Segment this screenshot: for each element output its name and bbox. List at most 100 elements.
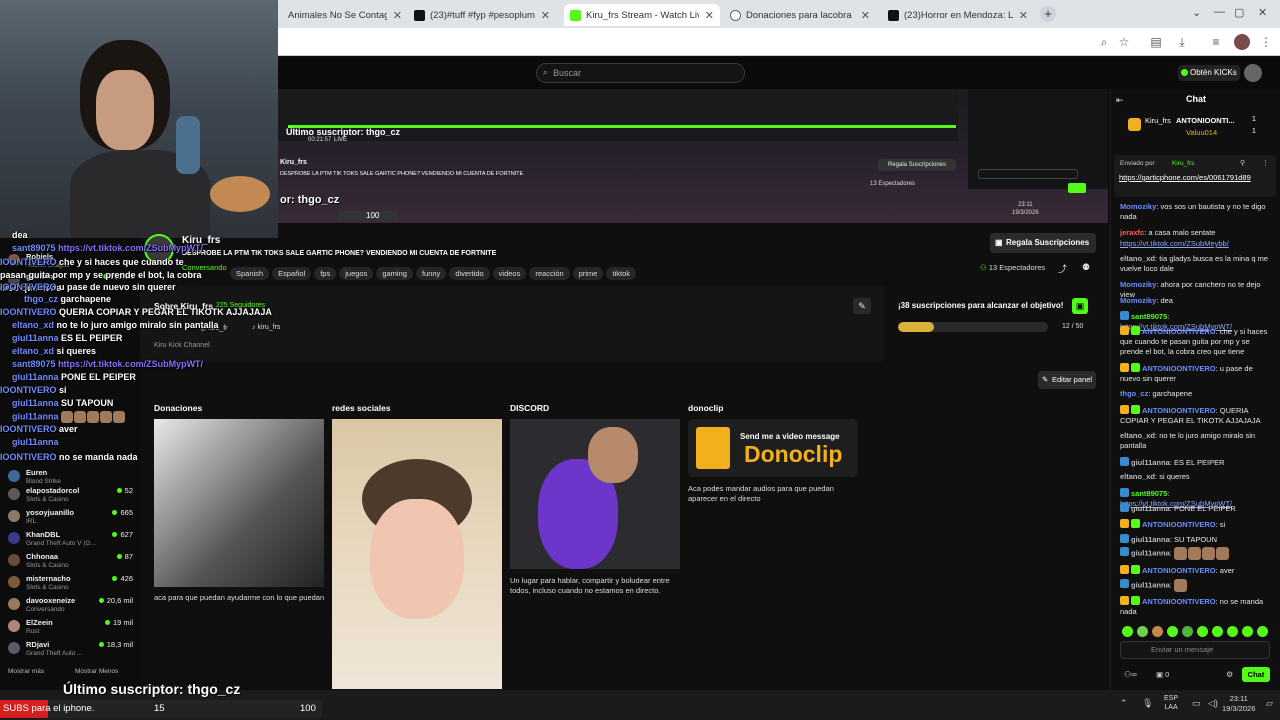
close-icon[interactable]: ✕ <box>1013 9 1028 22</box>
tab-1[interactable]: (23)#tuff #fyp #pesopluma #vi✕ <box>408 4 556 26</box>
chat-message[interactable]: ANTONIOONTIVERO: che y si haces que cuan… <box>1120 326 1270 357</box>
chat-message[interactable]: Momoziky: vos sos un bautista y no te di… <box>1120 202 1270 222</box>
emote-shortcut[interactable] <box>1227 626 1238 637</box>
chat-message[interactable]: ANTONIOONTIVERO: si <box>1120 519 1270 530</box>
chat-input[interactable]: Enviar un mensaje <box>1120 641 1270 659</box>
more-vertical-icon[interactable]: ⋮ <box>1258 34 1274 50</box>
stream-tag[interactable]: prime <box>572 267 604 280</box>
emote-shortcut[interactable] <box>1257 626 1268 637</box>
social-tiktok[interactable]: ♪ kiru_frs <box>252 324 280 331</box>
chat-username[interactable]: eltano_xd <box>1120 431 1155 440</box>
stream-tag[interactable]: fps <box>314 267 337 280</box>
chat-username[interactable]: ANTONIOONTIVERO <box>1142 520 1216 529</box>
left-channel-item[interactable]: elapostadorcol Slots & Casino 52 <box>8 486 133 508</box>
stream-tag[interactable]: divertido <box>449 267 490 280</box>
close-icon[interactable]: ✕ <box>535 9 550 22</box>
emote-shortcut[interactable] <box>1182 626 1193 637</box>
maximize-icon[interactable]: ▢ <box>1234 6 1244 19</box>
emote-shortcut[interactable] <box>1167 626 1178 637</box>
close-icon[interactable]: ✕ <box>387 9 402 22</box>
chat-username[interactable]: ANTONIOONTIVERO <box>1142 566 1216 575</box>
minimize-icon[interactable]: — <box>1214 6 1225 18</box>
emote-shortcut[interactable] <box>1137 626 1148 637</box>
search-input[interactable]: ⌕ Buscar <box>536 63 745 83</box>
chat-message[interactable]: giul11anna: <box>1120 579 1270 592</box>
chat-username[interactable]: giul11anna <box>1131 504 1170 513</box>
chat-username[interactable]: giul11anna <box>1131 548 1170 557</box>
chat-message[interactable]: ANTONIOONTIVERO: no se manda nada <box>1120 596 1270 617</box>
share-icon[interactable]: ⤴ <box>1058 262 1067 275</box>
microphone-icon[interactable]: 🎙 <box>1142 698 1153 709</box>
pinned-user[interactable]: Kiru_frs <box>1172 160 1194 167</box>
stream-tag[interactable]: gaming <box>376 267 413 280</box>
top-gifter-3[interactable]: Valuu014 <box>1186 128 1217 137</box>
video-player[interactable]: Último suscriptor: thgo_cz 00:21:57 LIVE… <box>278 89 1108 223</box>
more-vertical-icon[interactable]: ⋮ <box>1262 159 1269 167</box>
chat-text[interactable]: https://vt.tiktok.com/ZSubMeybb/ <box>1120 239 1229 248</box>
zoom-icon[interactable]: ⌕ <box>1096 34 1112 50</box>
top-gifter-2[interactable]: ANTONIOONTI... <box>1176 116 1235 125</box>
left-channel-item[interactable]: RDjavi Grand Theft Auto ... 18,3 mil <box>8 640 133 662</box>
stream-tag[interactable]: Spanish <box>230 267 270 280</box>
chat-username[interactable]: ANTONIOONTIVERO <box>1142 364 1216 373</box>
stream-tag[interactable]: funny <box>415 267 447 280</box>
chat-username[interactable]: jeraxfc <box>1120 228 1144 237</box>
collapse-chat-icon[interactable]: ⇤ <box>1116 95 1124 106</box>
emote-shortcut[interactable] <box>1197 626 1208 637</box>
show-more-link[interactable]: Mostrar más <box>8 668 44 675</box>
panel-image-donoclip[interactable]: Send me a video message Donoclip <box>688 419 858 477</box>
chat-username[interactable]: giul11anna <box>1131 535 1170 544</box>
chat-username[interactable]: Momoziky <box>1120 280 1156 289</box>
chat-username[interactable]: ANTONIOONTIVERO <box>1142 327 1216 336</box>
pinned-link[interactable]: https://garticphone.com/es/0061791d89 <box>1119 173 1269 182</box>
notification-icon[interactable]: ▱ <box>1266 698 1273 709</box>
infinity-icon[interactable]: ⚇∞ <box>1124 670 1137 679</box>
chat-message[interactable]: ANTONIOONTIVERO: u pase de nuevo sin que… <box>1120 363 1270 384</box>
stream-tag[interactable]: tiktok <box>606 267 636 280</box>
emote-shortcut[interactable] <box>1212 626 1223 637</box>
menu-lines-icon[interactable]: ≡ <box>1208 34 1224 50</box>
tab-3[interactable]: Donaciones para lacobra | Cen✕ <box>724 4 876 26</box>
chat-message[interactable]: ANTONIOONTIVERO: aver <box>1120 565 1270 576</box>
stream-tag[interactable]: reacción <box>529 267 570 280</box>
show-less-link[interactable]: Mostrar Menos <box>75 668 118 675</box>
close-window-icon[interactable]: ✕ <box>1258 6 1267 19</box>
tab-0[interactable]: Animales No Se Contagian✕ <box>282 4 408 26</box>
close-icon[interactable]: ✕ <box>699 9 714 22</box>
left-channel-item[interactable]: ElZeein Rust 19 mil <box>8 618 133 640</box>
volume-icon[interactable]: ◁) <box>1208 698 1218 709</box>
chevron-down-icon[interactable]: ⌄ <box>1192 6 1201 19</box>
edit-panel-button[interactable]: ✎ Editar panel <box>1038 371 1096 389</box>
follow-user-icon[interactable]: ⚉ <box>1082 262 1090 273</box>
chat-username[interactable]: thgo_cz <box>1120 389 1148 398</box>
chat-message[interactable]: ANTONIOONTIVERO: QUERIA COPIAR Y PEGAR E… <box>1120 405 1270 426</box>
chat-message[interactable]: Momoziky: dea <box>1120 296 1270 306</box>
chat-username[interactable]: eltano_xd <box>1120 472 1155 481</box>
chat-username[interactable]: Momoziky <box>1120 202 1156 211</box>
chat-username[interactable]: eltano_xd <box>1120 254 1155 263</box>
emote-shortcut[interactable] <box>1242 626 1253 637</box>
chevron-up-icon[interactable]: ⌃ <box>1120 698 1128 709</box>
obtain-kicks-button[interactable]: Obtén KICKs <box>1178 65 1240 81</box>
panel-image-dog[interactable] <box>154 419 324 587</box>
left-channel-item[interactable]: Chhonaa Slots & Casino 87 <box>8 552 133 574</box>
chat-message[interactable]: https://vt.tiktok.com/ZSubMeybb/ <box>1120 239 1270 249</box>
chat-message[interactable]: giul11anna: SU TAPOUN <box>1120 534 1270 545</box>
language-indicator[interactable]: ESP LAA <box>1164 694 1178 712</box>
emote-shortcut[interactable] <box>1152 626 1163 637</box>
chat-message[interactable]: eltano_xd: si queres <box>1120 472 1270 482</box>
gift-icon[interactable]: ▣ <box>1072 298 1088 314</box>
chat-username[interactable]: ANTONIOONTIVERO <box>1142 597 1216 606</box>
chat-message[interactable]: jeraxfc: a casa malo sentate <box>1120 228 1270 238</box>
user-avatar[interactable] <box>1244 64 1262 82</box>
edit-icon[interactable]: ✎ <box>853 298 871 314</box>
chat-username[interactable]: ANTONIOONTIVERO <box>1142 406 1216 415</box>
emote-shortcut[interactable] <box>1122 626 1133 637</box>
chat-message[interactable]: giul11anna: ES EL PEIPER <box>1120 457 1270 468</box>
close-icon[interactable]: ✕ <box>855 9 870 22</box>
chat-username[interactable]: giul11anna <box>1131 580 1170 589</box>
chat-username[interactable]: sant89075 <box>1131 312 1167 321</box>
chat-username[interactable]: Momoziky <box>1120 296 1156 305</box>
stream-tag[interactable]: Español <box>272 267 312 280</box>
stream-tag[interactable]: videos <box>492 267 527 280</box>
